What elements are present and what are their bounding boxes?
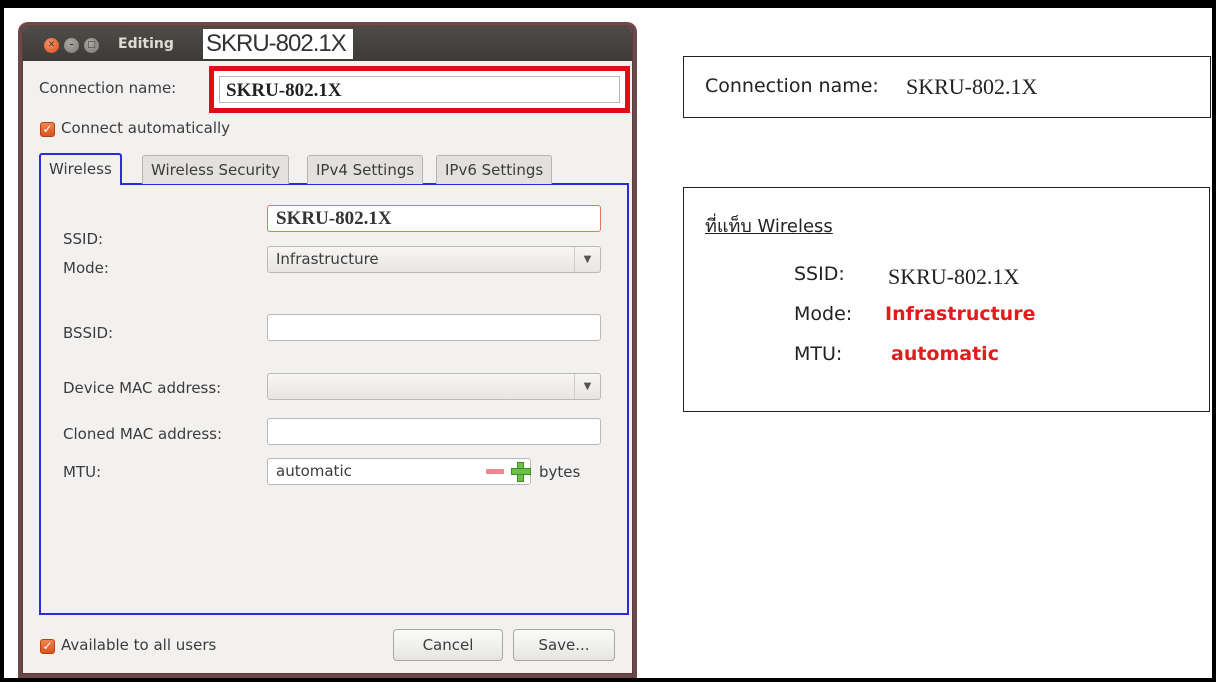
ssid-label: SSID: <box>63 230 104 248</box>
device-mac-select[interactable]: ▼ <box>267 373 601 400</box>
save-button[interactable]: Save... <box>513 629 615 661</box>
cloned-mac-input[interactable] <box>267 418 601 445</box>
info-mode-value: Infrastructure <box>885 303 1036 325</box>
cloned-mac-label: Cloned MAC address: <box>63 425 223 443</box>
mode-label: Mode: <box>63 259 109 277</box>
info-ssid-label: SSID: <box>794 263 845 285</box>
maximize-window-button[interactable]: □ <box>84 38 99 53</box>
connection-name-info-box: Connection name: SKRU-802.1X <box>683 56 1211 118</box>
connection-name-input[interactable]: SKRU-802.1X <box>219 76 620 103</box>
info-ssid-value: SKRU-802.1X <box>888 264 1020 289</box>
chevron-down-icon[interactable]: ▼ <box>574 247 600 272</box>
bssid-input[interactable] <box>267 314 601 341</box>
mode-select-value: Infrastructure <box>276 250 379 268</box>
info-wireless-title: ที่แท็บ Wireless <box>705 216 833 237</box>
tab-ipv4-settings[interactable]: IPv4 Settings <box>307 155 424 184</box>
cancel-button[interactable]: Cancel <box>393 629 503 661</box>
info-mtu-value: automatic <box>891 343 999 365</box>
close-window-button[interactable]: ✕ <box>44 38 59 53</box>
checkmark-icon: ✓ <box>42 639 53 653</box>
available-all-users-label[interactable]: Available to all users <box>61 636 216 654</box>
device-mac-label: Device MAC address: <box>63 379 222 397</box>
ssid-input[interactable]: SKRU-802.1X <box>267 205 601 232</box>
window-title-name: SKRU-802.1X <box>203 29 353 59</box>
connection-name-highlight: SKRU-802.1X <box>209 66 630 113</box>
mtu-increment-button[interactable] <box>510 461 532 483</box>
minimize-icon: – <box>69 40 74 50</box>
bssid-label: BSSID: <box>63 324 114 342</box>
tab-ipv6-settings[interactable]: IPv6 Settings <box>436 155 553 184</box>
checkmark-icon: ✓ <box>42 122 53 136</box>
info-connection-name-label: Connection name: <box>705 75 879 97</box>
available-all-users-checkbox[interactable]: ✓ <box>40 639 55 654</box>
connect-automatically-checkbox[interactable]: ✓ <box>40 122 55 137</box>
info-mtu-label: MTU: <box>794 343 843 365</box>
mtu-unit-label: bytes <box>539 463 581 481</box>
window-title-prefix: Editing <box>118 36 174 52</box>
maximize-icon: □ <box>87 40 96 50</box>
mtu-label: MTU: <box>63 463 102 481</box>
minimize-window-button[interactable]: – <box>64 38 79 53</box>
tab-wireless[interactable]: Wireless <box>39 153 122 185</box>
close-icon: ✕ <box>47 40 56 50</box>
connection-name-label: Connection name: <box>39 79 177 97</box>
mode-select[interactable]: Infrastructure ▼ <box>267 246 601 273</box>
mtu-decrement-button[interactable] <box>484 463 506 480</box>
title-bar[interactable]: ✕ – □ Editing SKRU-802.1X <box>23 27 632 61</box>
wireless-info-box: ที่แท็บ Wireless SSID: SKRU-802.1X Mode:… <box>683 187 1210 412</box>
info-mode-label: Mode: <box>794 303 853 325</box>
chevron-down-icon[interactable]: ▼ <box>574 374 600 399</box>
minus-icon <box>486 469 504 474</box>
tab-wireless-security[interactable]: Wireless Security <box>142 155 290 184</box>
connect-automatically-label[interactable]: Connect automatically <box>61 119 230 137</box>
info-connection-name-value: SKRU-802.1X <box>906 74 1038 99</box>
edit-connection-dialog: ✕ – □ Editing SKRU-802.1X Connection nam… <box>22 26 633 674</box>
